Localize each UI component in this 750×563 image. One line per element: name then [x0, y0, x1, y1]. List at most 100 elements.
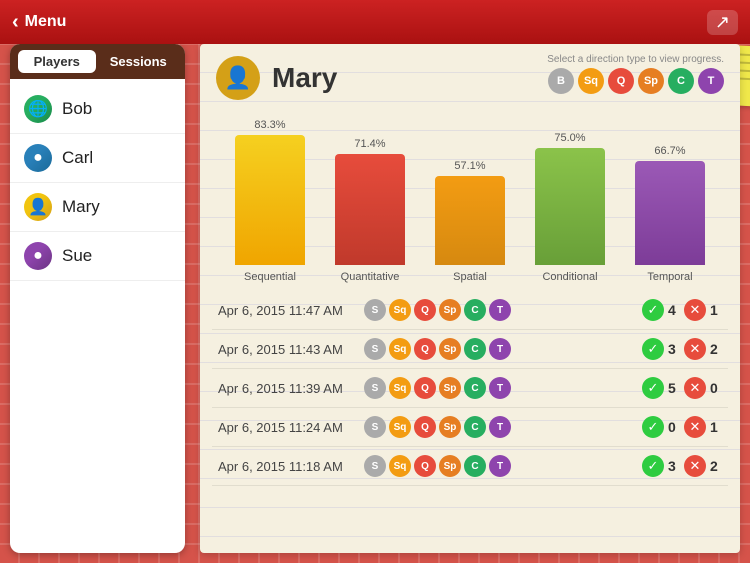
session-badges-5: S Sq Q Sp C T — [364, 455, 632, 477]
session-date-1: Apr 6, 2015 11:47 AM — [218, 303, 358, 318]
avatar-sue: ● — [24, 242, 52, 270]
player-name-carl: Carl — [62, 148, 93, 168]
session-row-3[interactable]: Apr 6, 2015 11:39 AM S Sq Q Sp C T ✓ 5 ✕… — [212, 369, 728, 408]
result-group-1: ✓ 4 ✕ 1 — [642, 299, 722, 321]
badge-t-3: T — [489, 377, 511, 399]
badge-s-3: S — [364, 377, 386, 399]
session-row-2[interactable]: Apr 6, 2015 11:43 AM S Sq Q Sp C T ✓ 3 ✕… — [212, 330, 728, 369]
selected-player-avatar: 👤 — [216, 56, 260, 100]
menu-button[interactable]: ‹ Menu — [12, 11, 66, 34]
badge-c-3: C — [464, 377, 486, 399]
correct-count-1: 4 — [668, 302, 680, 318]
correct-count-4: 0 — [668, 419, 680, 435]
incorrect-icon-1: ✕ — [684, 299, 706, 321]
incorrect-count-1: 1 — [710, 302, 722, 318]
bar-value-quantitative: 71.4% — [354, 138, 385, 150]
badge-sp-3: Sp — [439, 377, 461, 399]
progress-chart: 83.3% Sequential 71.4% Quantitative 57.1… — [200, 108, 740, 283]
bar-label-quantitative: Quantitative — [341, 271, 400, 283]
bar-label-spatial: Spatial — [453, 271, 487, 283]
badge-sq-1: Sq — [389, 299, 411, 321]
direction-badges: B Sq Q Sp C T — [548, 68, 724, 94]
player-item-bob[interactable]: 🌐 Bob — [10, 85, 185, 134]
badge-q-4: Q — [414, 416, 436, 438]
avatar-mary: 👤 — [24, 193, 52, 221]
dir-badge-t[interactable]: T — [698, 68, 724, 94]
result-group-3: ✓ 5 ✕ 0 — [642, 377, 722, 399]
player-list: 🌐 Bob ● Carl 👤 Mary ● Sue — [10, 79, 185, 287]
player-name-sue: Sue — [62, 246, 92, 266]
badge-sq-4: Sq — [389, 416, 411, 438]
badge-s-5: S — [364, 455, 386, 477]
badge-c-1: C — [464, 299, 486, 321]
bar-value-spatial: 57.1% — [454, 160, 485, 172]
badge-sq-2: Sq — [389, 338, 411, 360]
dir-badge-b[interactable]: B — [548, 68, 574, 94]
share-icon: ↗ — [715, 12, 730, 32]
session-date-4: Apr 6, 2015 11:24 AM — [218, 420, 358, 435]
selected-player-name: Mary — [272, 62, 337, 94]
badge-sq-3: Sq — [389, 377, 411, 399]
share-button[interactable]: ↗ — [707, 10, 738, 35]
session-badges-1: S Sq Q Sp C T — [364, 299, 632, 321]
session-badges-3: S Sq Q Sp C T — [364, 377, 632, 399]
badge-s-4: S — [364, 416, 386, 438]
badge-t-5: T — [489, 455, 511, 477]
badge-c-5: C — [464, 455, 486, 477]
player-item-mary[interactable]: 👤 Mary — [10, 183, 185, 232]
correct-icon-5: ✓ — [642, 455, 664, 477]
avatar-bob: 🌐 — [24, 95, 52, 123]
correct-count-3: 5 — [668, 380, 680, 396]
bar-visual-quantitative — [335, 154, 405, 265]
session-row-5[interactable]: Apr 6, 2015 11:18 AM S Sq Q Sp C T ✓ 3 ✕… — [212, 447, 728, 486]
incorrect-count-4: 1 — [710, 419, 722, 435]
correct-count-2: 3 — [668, 341, 680, 357]
player-item-carl[interactable]: ● Carl — [10, 134, 185, 183]
session-date-5: Apr 6, 2015 11:18 AM — [218, 459, 358, 474]
badge-s-1: S — [364, 299, 386, 321]
session-badges-4: S Sq Q Sp C T — [364, 416, 632, 438]
incorrect-icon-5: ✕ — [684, 455, 706, 477]
top-bar: ‹ Menu ↗ — [0, 0, 750, 44]
dir-badge-sq[interactable]: Sq — [578, 68, 604, 94]
incorrect-icon-3: ✕ — [684, 377, 706, 399]
bar-visual-spatial — [435, 176, 505, 265]
incorrect-icon-2: ✕ — [684, 338, 706, 360]
main-content-paper: 👤 Mary Select a direction type to view p… — [200, 44, 740, 553]
dir-badge-q[interactable]: Q — [608, 68, 634, 94]
badge-sp-4: Sp — [439, 416, 461, 438]
player-item-sue[interactable]: ● Sue — [10, 232, 185, 281]
badge-q-3: Q — [414, 377, 436, 399]
tab-sessions[interactable]: Sessions — [100, 50, 178, 73]
badge-sp-2: Sp — [439, 338, 461, 360]
badge-sq-5: Sq — [389, 455, 411, 477]
badge-t-4: T — [489, 416, 511, 438]
badge-q-2: Q — [414, 338, 436, 360]
player-name-bob: Bob — [62, 99, 92, 119]
sidebar-tab-bar: Players Sessions — [10, 44, 185, 79]
correct-icon-3: ✓ — [642, 377, 664, 399]
dir-badge-sp[interactable]: Sp — [638, 68, 664, 94]
correct-icon-1: ✓ — [642, 299, 664, 321]
badge-q-1: Q — [414, 299, 436, 321]
bar-temporal: 66.7% Temporal — [620, 145, 720, 283]
session-row-4[interactable]: Apr 6, 2015 11:24 AM S Sq Q Sp C T ✓ 0 ✕… — [212, 408, 728, 447]
session-row-1[interactable]: Apr 6, 2015 11:47 AM S Sq Q Sp C T ✓ 4 ✕… — [212, 291, 728, 330]
bar-visual-conditional — [535, 148, 605, 265]
bar-sequential: 83.3% Sequential — [220, 119, 320, 283]
bar-label-temporal: Temporal — [647, 271, 692, 283]
bar-conditional: 75.0% Conditional — [520, 132, 620, 283]
dir-badge-c[interactable]: C — [668, 68, 694, 94]
badge-c-2: C — [464, 338, 486, 360]
sidebar: Players Sessions 🌐 Bob ● Carl 👤 Mary ● S… — [10, 44, 185, 553]
player-name-mary: Mary — [62, 197, 100, 217]
tab-players[interactable]: Players — [18, 50, 96, 73]
bar-visual-temporal — [635, 161, 705, 265]
correct-count-5: 3 — [668, 458, 680, 474]
incorrect-count-5: 2 — [710, 458, 722, 474]
bar-value-sequential: 83.3% — [254, 119, 285, 131]
badge-s-2: S — [364, 338, 386, 360]
player-header: 👤 Mary Select a direction type to view p… — [200, 44, 740, 108]
direction-hint-text: Select a direction type to view progress… — [547, 54, 724, 65]
session-badges-2: S Sq Q Sp C T — [364, 338, 632, 360]
